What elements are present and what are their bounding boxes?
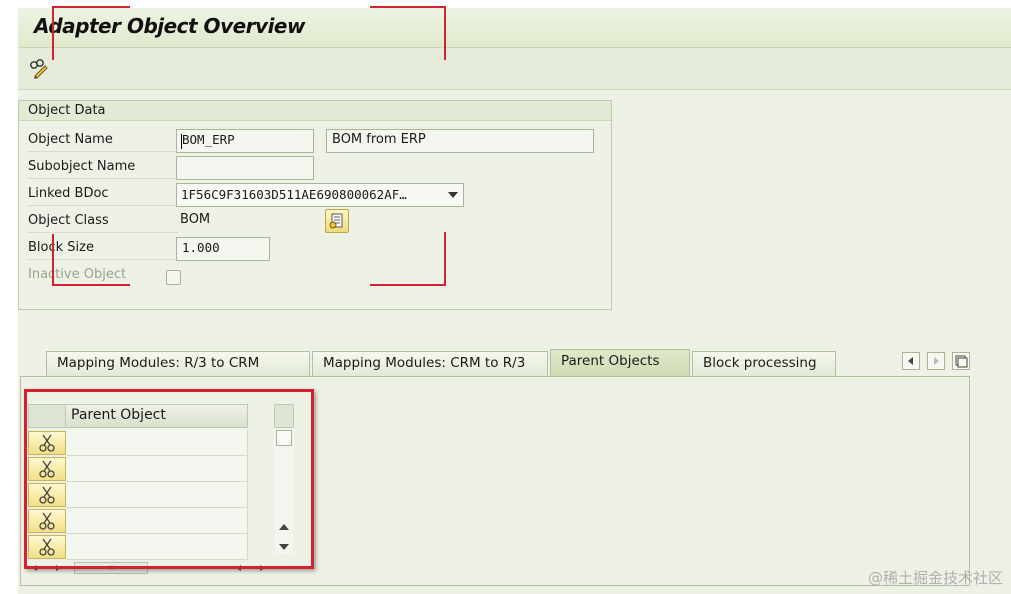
tab-mapping-r3-to-crm[interactable]: Mapping Modules: R/3 to CRM bbox=[46, 351, 310, 376]
tab-parent-objects[interactable]: Parent Objects bbox=[550, 349, 690, 376]
object-name-row: Object Name BOM_ERP BOM from ERP bbox=[28, 127, 608, 153]
object-name-label: Object Name bbox=[28, 130, 178, 152]
annotation-line bbox=[52, 234, 54, 286]
annotation-line bbox=[370, 284, 446, 286]
chevron-right-icon bbox=[934, 357, 939, 365]
linked-bdoc-dropdown[interactable]: 1F56C9F31603D511AE690800062AF… bbox=[176, 183, 464, 207]
tab-list-button[interactable] bbox=[952, 352, 970, 370]
block-size-label: Block Size bbox=[28, 238, 178, 260]
object-name-value: BOM_ERP bbox=[182, 132, 235, 147]
watermark: @稀土掘金技术社区 bbox=[867, 569, 1003, 587]
annotation-line bbox=[444, 232, 446, 286]
block-size-row: Block Size 1.000 bbox=[28, 235, 608, 261]
tab-block-processing[interactable]: Block processing bbox=[692, 351, 836, 376]
object-class-details-button[interactable] bbox=[325, 209, 349, 233]
display-change-icon[interactable] bbox=[28, 58, 50, 80]
annotation-line bbox=[370, 6, 446, 8]
tab-scroll-right-button[interactable] bbox=[927, 352, 945, 370]
chevron-down-icon bbox=[448, 192, 458, 198]
object-name-description: BOM from ERP bbox=[326, 129, 594, 153]
object-class-row: Object Class BOM bbox=[28, 208, 608, 234]
toolbar bbox=[18, 48, 1011, 90]
object-name-field[interactable]: BOM_ERP bbox=[176, 129, 314, 153]
subobject-name-label: Subobject Name bbox=[28, 157, 178, 179]
linked-bdoc-label: Linked BDoc bbox=[28, 184, 178, 206]
annotation-line bbox=[52, 6, 54, 60]
annotation-line bbox=[52, 6, 130, 8]
linked-bdoc-value: 1F56C9F31603D511AE690800062AF… bbox=[181, 187, 407, 202]
tab-strip: Mapping Modules: R/3 to CRM Mapping Modu… bbox=[32, 348, 836, 376]
annotation-line bbox=[444, 6, 446, 60]
block-size-field[interactable]: 1.000 bbox=[176, 237, 270, 261]
document-list-icon bbox=[329, 213, 343, 229]
title-bar: Adapter Object Overview bbox=[18, 8, 1011, 48]
tab-mapping-crm-to-r3[interactable]: Mapping Modules: CRM to R/3 bbox=[312, 351, 548, 376]
highlight-box bbox=[24, 389, 314, 569]
tab-list-icon bbox=[955, 355, 968, 368]
object-data-group: Object Data Object Name BOM_ERP BOM from… bbox=[18, 100, 612, 310]
object-class-label: Object Class bbox=[28, 211, 178, 233]
group-title: Object Data bbox=[19, 101, 611, 121]
text-cursor bbox=[181, 134, 182, 149]
inactive-object-checkbox[interactable] bbox=[166, 270, 181, 285]
chevron-left-icon bbox=[908, 357, 913, 365]
object-class-value: BOM bbox=[180, 212, 211, 227]
subobject-name-field[interactable] bbox=[176, 156, 314, 180]
page-title: Adapter Object Overview bbox=[34, 14, 305, 38]
tab-scroll-left-button[interactable] bbox=[902, 352, 920, 370]
linked-bdoc-row: Linked BDoc 1F56C9F31603D511AE690800062A… bbox=[28, 181, 608, 207]
subobject-name-row: Subobject Name bbox=[28, 154, 608, 180]
annotation-line bbox=[52, 284, 130, 286]
